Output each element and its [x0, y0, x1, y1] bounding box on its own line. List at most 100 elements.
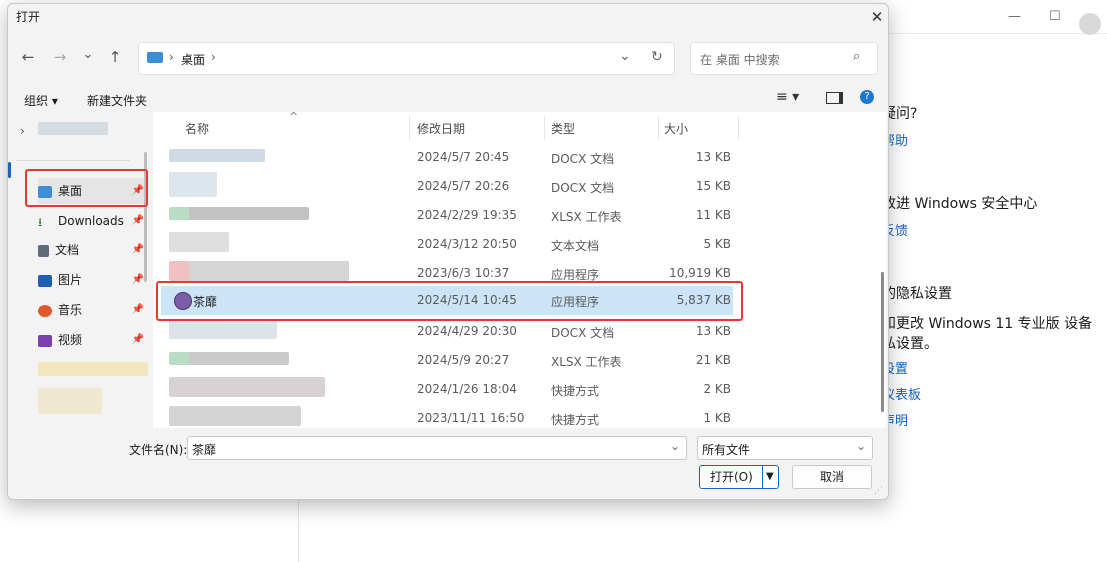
close-icon[interactable]: ✕	[866, 4, 888, 30]
bg-maximize-button[interactable]: ☐	[1049, 9, 1061, 24]
column-separator[interactable]	[658, 116, 659, 140]
table-row[interactable]: 2023/11/11 16:50 快捷方式 1 KB	[153, 404, 886, 433]
bg-improve-text: 改进 Windows 安全中心	[882, 196, 1038, 212]
table-row[interactable]: 2024/5/7 20:45 DOCX 文档 13 KB	[153, 143, 886, 172]
desktop-highlight-box	[25, 169, 148, 207]
table-row[interactable]: 2024/4/29 20:30 DOCX 文档 13 KB	[153, 317, 886, 346]
music-icon	[38, 304, 52, 317]
file-size: 13 KB	[695, 324, 731, 338]
help-icon[interactable]: ?	[860, 90, 874, 104]
open-button[interactable]: 打开(O) ▼	[699, 465, 779, 489]
sidebar-item-downloads[interactable]: ⭳ Downloads 📌	[38, 208, 148, 234]
sidebar-divider	[16, 160, 130, 161]
blurred-file-name	[169, 352, 289, 365]
table-row[interactable]: 2024/5/9 20:27 XLSX 工作表 21 KB	[153, 346, 886, 375]
file-date: 2023/6/3 10:37	[417, 266, 510, 280]
column-header-date[interactable]: 修改日期	[417, 120, 465, 137]
cancel-button[interactable]: 取消	[792, 465, 872, 489]
preview-pane-icon[interactable]	[826, 92, 843, 104]
sidebar-item-pictures[interactable]: 图片 📌	[38, 267, 148, 293]
selected-file-highlight-box	[156, 281, 743, 321]
column-separator[interactable]	[738, 116, 739, 140]
file-type: 文本文档	[551, 239, 600, 253]
refresh-icon[interactable]: ↻	[651, 49, 663, 65]
file-type: DOCX 文档	[551, 152, 615, 166]
blurred-folder[interactable]	[38, 388, 102, 414]
table-row[interactable]: 2024/5/7 20:26 DOCX 文档 15 KB	[153, 172, 886, 201]
open-dropdown-icon[interactable]: ▼	[766, 466, 774, 488]
blurred-folder[interactable]	[38, 362, 148, 376]
desktop-icon	[147, 52, 163, 63]
search-input[interactable]: 在 桌面 中搜索	[700, 51, 780, 68]
file-type: 快捷方式	[551, 384, 600, 398]
blurred-file-name	[169, 207, 309, 220]
filetype-value: 所有文件	[702, 443, 751, 457]
file-type: XLSX 工作表	[551, 210, 622, 224]
address-bar[interactable]: › 桌面 › ⌄ ↻	[138, 42, 675, 75]
file-date: 2024/5/7 20:45	[417, 150, 510, 164]
download-icon: ⭳	[38, 214, 43, 229]
bg-privacy-heading: 的隐私设置	[882, 286, 952, 302]
file-type: DOCX 文档	[551, 326, 615, 340]
back-arrow-icon[interactable]: ←	[18, 47, 38, 67]
file-size: 2 KB	[703, 382, 731, 396]
sidebar-item-label: Downloads	[58, 214, 124, 228]
new-folder-button[interactable]: 新建文件夹	[87, 92, 147, 109]
filename-dropdown-icon[interactable]: ⌄	[670, 439, 680, 453]
file-type: DOCX 文档	[551, 181, 615, 195]
filetype-dropdown-icon[interactable]: ⌄	[856, 439, 866, 453]
filename-value: 茶靡	[192, 443, 217, 457]
blurred-location[interactable]	[38, 122, 108, 135]
filename-input[interactable]: 茶靡 ⌄	[187, 436, 687, 460]
sidebar-item-label: 文档	[55, 243, 80, 257]
pin-icon[interactable]: 📌	[132, 327, 144, 353]
sidebar-item-label: 视频	[58, 333, 83, 347]
open-button-label: 打开(O)	[710, 470, 753, 484]
view-menu-icon[interactable]: ≡ ▾	[776, 89, 799, 105]
sidebar-item-documents[interactable]: 文档 📌	[38, 237, 148, 263]
resize-grip-icon[interactable]: ⋰	[874, 486, 883, 496]
file-size: 13 KB	[695, 150, 731, 164]
bg-minimize-button[interactable]: —	[1008, 9, 1021, 24]
column-separator[interactable]	[544, 116, 545, 140]
sidebar-item-label: 图片	[58, 273, 83, 287]
file-list-scrollbar[interactable]	[881, 272, 884, 412]
sidebar-item-music[interactable]: 音乐 📌	[38, 297, 148, 323]
pin-icon[interactable]: 📌	[132, 297, 144, 323]
pin-icon[interactable]: 📌	[132, 208, 144, 234]
file-date: 2023/11/11 16:50	[417, 411, 525, 425]
file-size: 15 KB	[695, 179, 731, 193]
filetype-select[interactable]: 所有文件 ⌄	[697, 436, 873, 460]
file-size: 1 KB	[703, 411, 731, 425]
open-file-dialog: 打开 ✕ ← → ⌄ ↑ › 桌面 › ⌄ ↻ 在 桌面 中搜索 ⌕ 组织 ▾ …	[7, 3, 889, 500]
file-date: 2024/4/29 20:30	[417, 324, 517, 338]
recent-locations-chevron-icon[interactable]: ⌄	[78, 45, 98, 65]
expand-chevron-icon[interactable]: ›	[20, 124, 25, 138]
sidebar-item-videos[interactable]: 视频 📌	[38, 327, 148, 353]
column-header-name[interactable]: 名称	[185, 120, 209, 137]
file-size: 5 KB	[703, 237, 731, 251]
column-header-size[interactable]: 大小	[664, 120, 688, 137]
up-arrow-icon[interactable]: ↑	[105, 47, 125, 67]
table-row[interactable]: 2024/2/29 19:35 XLSX 工作表 11 KB	[153, 201, 886, 230]
bg-extension-icon[interactable]	[1079, 13, 1101, 35]
file-date: 2024/5/7 20:26	[417, 179, 510, 193]
column-separator[interactable]	[409, 116, 410, 140]
navigation-pane: › 桌面 📌 ⭳ Downloads 📌 文档 📌 图片 📌 音乐 📌 视频 📌	[8, 112, 150, 428]
search-box[interactable]: 在 桌面 中搜索 ⌕	[690, 42, 878, 75]
address-dropdown-icon[interactable]: ⌄	[619, 48, 631, 64]
search-icon: ⌕	[853, 49, 861, 64]
bg-pane-divider	[298, 500, 299, 562]
table-row[interactable]: 2024/1/26 18:04 快捷方式 2 KB	[153, 375, 886, 404]
breadcrumb-desktop[interactable]: 桌面	[181, 51, 205, 68]
organize-button[interactable]: 组织 ▾	[24, 92, 58, 109]
pin-icon[interactable]: 📌	[132, 237, 144, 263]
bg-privacy-text-1: 和更改 Windows 11 专业版 设备	[882, 316, 1093, 332]
file-date: 2024/1/26 18:04	[417, 382, 517, 396]
pin-icon[interactable]: 📌	[132, 267, 144, 293]
column-header-type[interactable]: 类型	[551, 120, 575, 137]
sort-ascending-icon: ^	[289, 110, 299, 123]
forward-arrow-icon[interactable]: →	[50, 47, 70, 67]
table-row[interactable]: 2024/3/12 20:50 文本文档 5 KB	[153, 230, 886, 259]
breadcrumb-separator: ›	[169, 50, 174, 64]
